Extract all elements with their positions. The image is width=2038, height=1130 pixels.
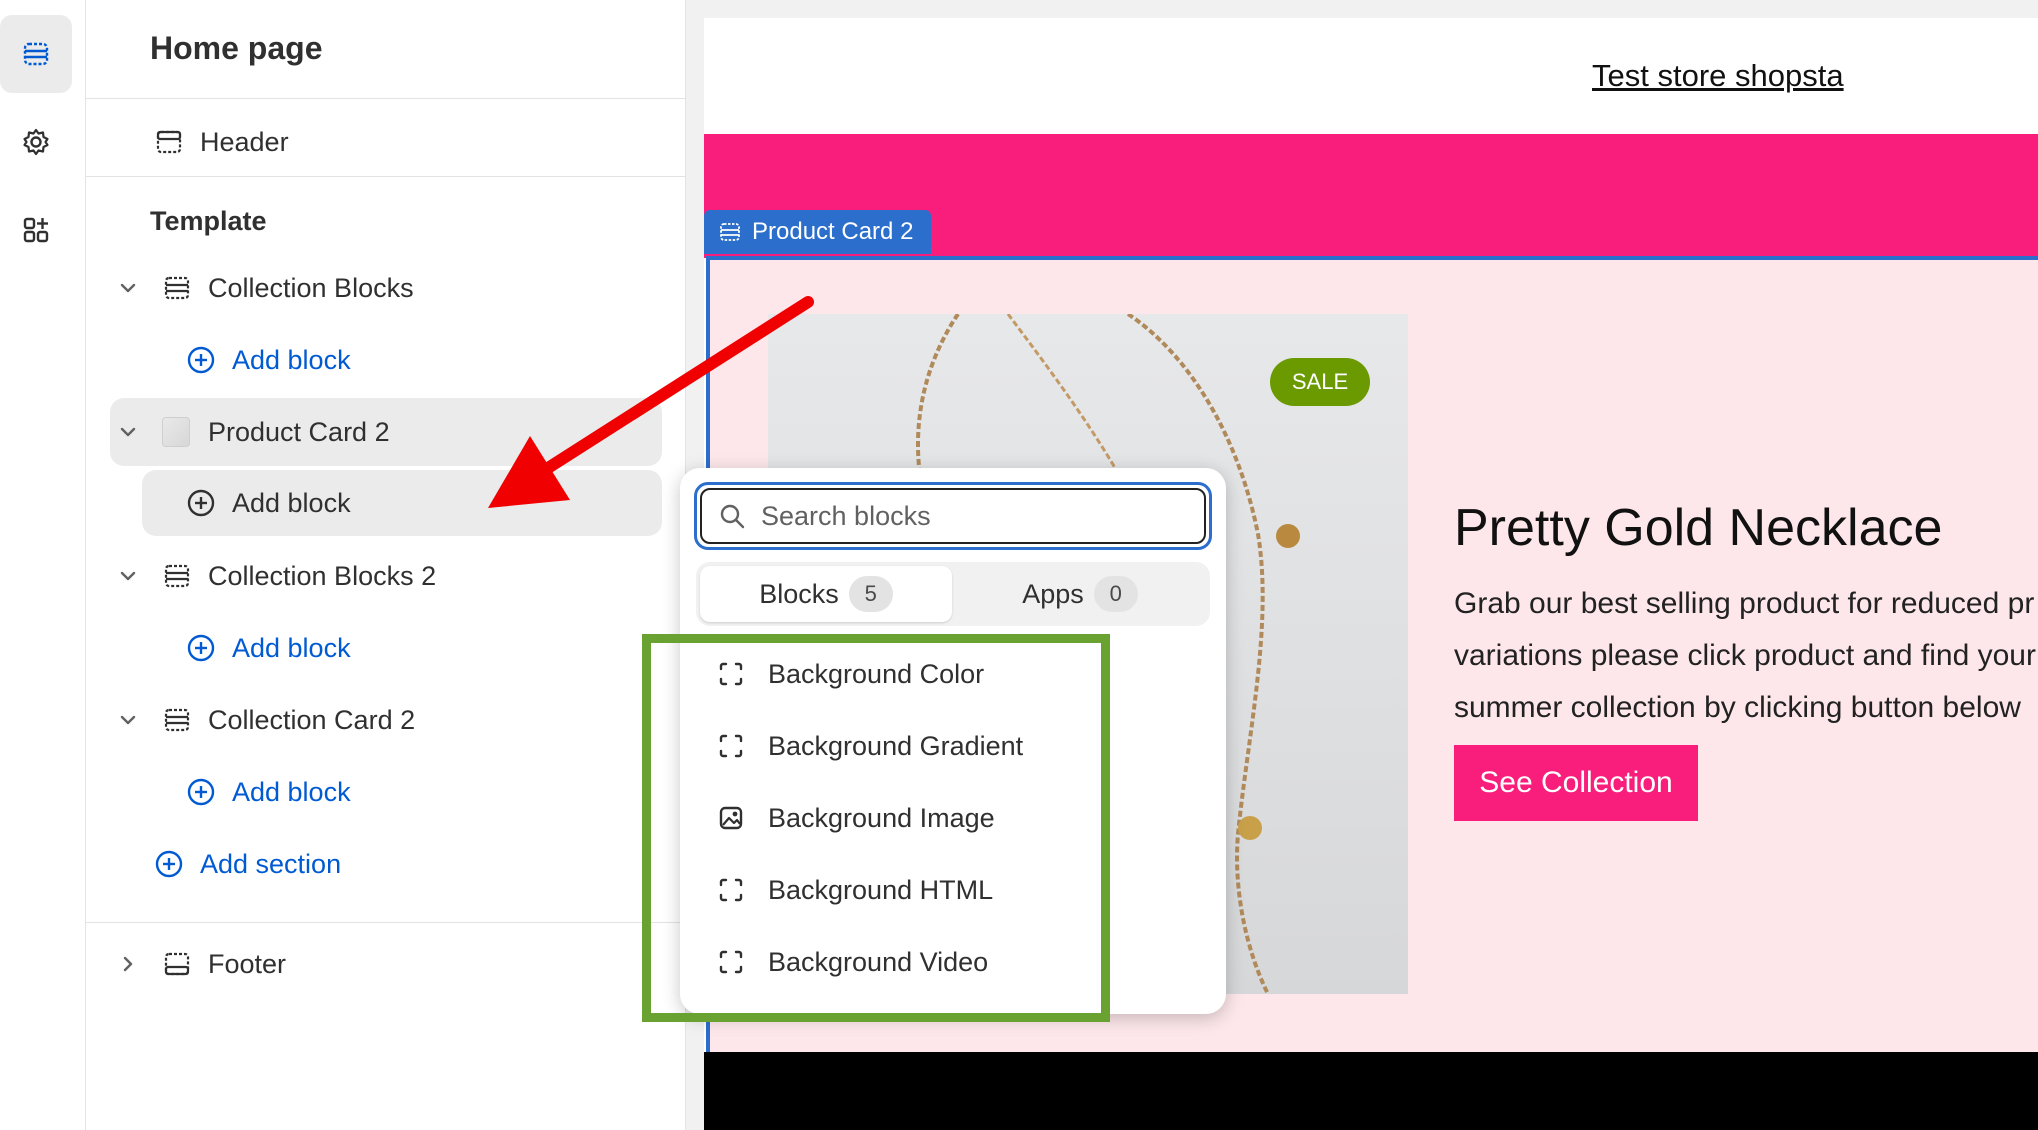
plus-circle-icon <box>187 778 215 806</box>
sections-icon <box>23 42 49 66</box>
plus-circle-icon <box>187 489 215 517</box>
see-collection-button[interactable]: See Collection <box>1454 745 1698 821</box>
header-section-icon <box>156 130 182 154</box>
description-line: variations please click product and find… <box>1454 639 2036 672</box>
plus-circle-icon <box>155 850 183 878</box>
add-block-button[interactable]: Add block <box>186 616 351 680</box>
section-tag-label: Product Card 2 <box>752 218 914 245</box>
sections-sidebar: Home page Header Template Collection Blo… <box>86 0 686 1130</box>
divider <box>86 98 686 99</box>
add-section-button[interactable]: Add section <box>154 832 341 896</box>
sidebar-item-collection-card-2[interactable]: Collection Card 2 <box>116 688 415 752</box>
sidebar-item-collection-blocks[interactable]: Collection Blocks <box>116 256 414 320</box>
divider <box>86 922 686 923</box>
add-block-label: Add block <box>232 487 351 518</box>
apps-icon <box>23 217 49 243</box>
sale-badge: SALE <box>1270 358 1370 406</box>
search-input[interactable] <box>761 500 1181 532</box>
sidebar-item-product-card-2[interactable]: Product Card 2 <box>116 400 390 464</box>
block-tabs: Blocks 5 Apps 0 <box>696 562 1210 626</box>
section-icon <box>164 708 190 732</box>
tab-apps[interactable]: Apps 0 <box>954 566 1206 622</box>
sidebar-item-label: Collection Blocks 2 <box>208 560 437 591</box>
search-field[interactable] <box>694 482 1212 550</box>
apps-rail-button[interactable] <box>0 191 72 269</box>
add-block-label: Add block <box>232 632 351 663</box>
description-line: Grab our best selling product for reduce… <box>1454 587 2035 620</box>
footer-section-icon <box>164 952 190 976</box>
sidebar-item-label: Header <box>200 126 289 157</box>
add-block-button[interactable]: Add block <box>186 760 351 824</box>
tab-label: Blocks <box>759 578 839 609</box>
chevron-down-icon[interactable] <box>116 276 140 300</box>
gear-icon <box>23 128 49 156</box>
search-icon <box>720 504 745 529</box>
description-line: summer collection by clicking button bel… <box>1454 691 2021 724</box>
sections-rail-button[interactable] <box>0 15 72 93</box>
add-section-label: Add section <box>200 848 342 879</box>
plus-circle-icon <box>187 346 215 374</box>
chevron-down-icon[interactable] <box>116 420 140 444</box>
tab-blocks[interactable]: Blocks 5 <box>700 566 952 622</box>
chevron-down-icon[interactable] <box>116 708 140 732</box>
count-badge: 5 <box>848 576 893 612</box>
store-title-link[interactable]: Test store shopsta <box>1592 58 1844 94</box>
add-block-button[interactable]: Add block <box>186 328 351 392</box>
sidebar-item-label: Collection Card 2 <box>208 704 416 735</box>
chevron-down-icon[interactable] <box>116 564 140 588</box>
product-thumbnail <box>162 417 190 447</box>
sidebar-item-label: Footer <box>208 948 287 979</box>
annotation-highlight-box <box>642 634 1110 1022</box>
add-block-label: Add block <box>232 344 351 375</box>
selected-section-tag[interactable]: Product Card 2 <box>704 210 932 254</box>
sidebar-item-label: Collection Blocks <box>208 272 414 303</box>
sidebar-item-footer[interactable]: Footer <box>116 932 286 996</box>
section-icon <box>164 276 190 300</box>
settings-rail-button[interactable] <box>0 103 72 181</box>
product-description: Grab our best selling product for reduce… <box>1454 578 2038 734</box>
add-block-label: Add block <box>232 776 351 807</box>
add-block-button[interactable]: Add block <box>186 471 351 535</box>
template-heading: Template <box>150 206 267 236</box>
product-title: Pretty Gold Necklace <box>1454 499 1943 557</box>
sidebar-item-collection-blocks-2[interactable]: Collection Blocks 2 <box>116 544 436 608</box>
sidebar-item-header[interactable]: Header <box>154 110 289 174</box>
footer-bar <box>704 1052 2038 1130</box>
count-badge: 0 <box>1093 576 1138 612</box>
section-icon <box>720 223 740 241</box>
page-title: Home page <box>150 30 323 66</box>
sidebar-item-label: Product Card 2 <box>208 416 390 447</box>
plus-circle-icon <box>187 634 215 662</box>
chevron-right-icon[interactable] <box>116 952 140 976</box>
divider <box>86 176 686 177</box>
section-icon <box>164 564 190 588</box>
app-rail <box>0 0 86 1130</box>
tab-label: Apps <box>1022 578 1084 609</box>
